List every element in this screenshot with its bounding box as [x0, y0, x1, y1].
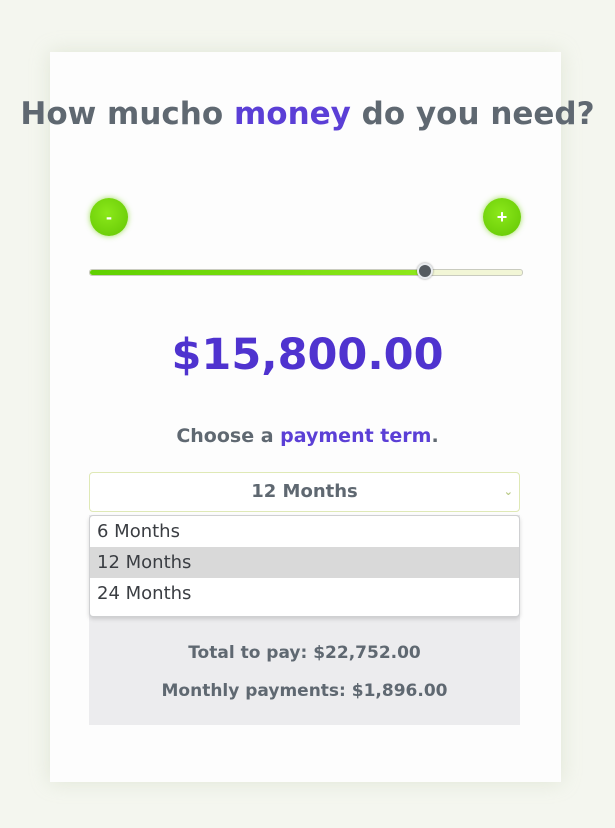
chevron-down-icon: ⌄ — [503, 485, 513, 498]
title-text-end: do you need? — [350, 96, 595, 132]
payment-term-prompt: Choose a payment term. — [0, 425, 615, 447]
increase-amount-button[interactable]: + — [483, 198, 521, 236]
title-highlight: money — [233, 96, 351, 132]
title-text-start: How mucho — [20, 96, 234, 132]
monthly-payments: Monthly payments: $1,896.00 — [161, 681, 448, 701]
prompt-highlight: payment term — [280, 425, 432, 447]
payment-term-dropdown: 6 Months 12 Months 24 Months — [89, 515, 520, 617]
slider-fill — [90, 270, 425, 275]
page-title: How mucho money do you need? — [0, 93, 615, 135]
slider-thumb[interactable] — [416, 263, 433, 279]
payment-term-select[interactable]: 12 Months ⌄ — [89, 472, 520, 512]
total-to-pay: Total to pay: $22,752.00 — [188, 643, 421, 663]
dropdown-option[interactable]: 6 Months — [90, 516, 519, 547]
dropdown-option[interactable]: 24 Months — [90, 578, 519, 609]
dropdown-option[interactable]: 12 Months — [90, 547, 519, 578]
prompt-text-start: Choose a — [176, 425, 281, 447]
amount-slider[interactable] — [89, 263, 523, 279]
select-value: 12 Months — [251, 481, 358, 502]
loan-amount: $15,800.00 — [171, 330, 444, 380]
prompt-text-end: . — [431, 425, 439, 447]
decrease-amount-button[interactable]: - — [90, 198, 128, 236]
